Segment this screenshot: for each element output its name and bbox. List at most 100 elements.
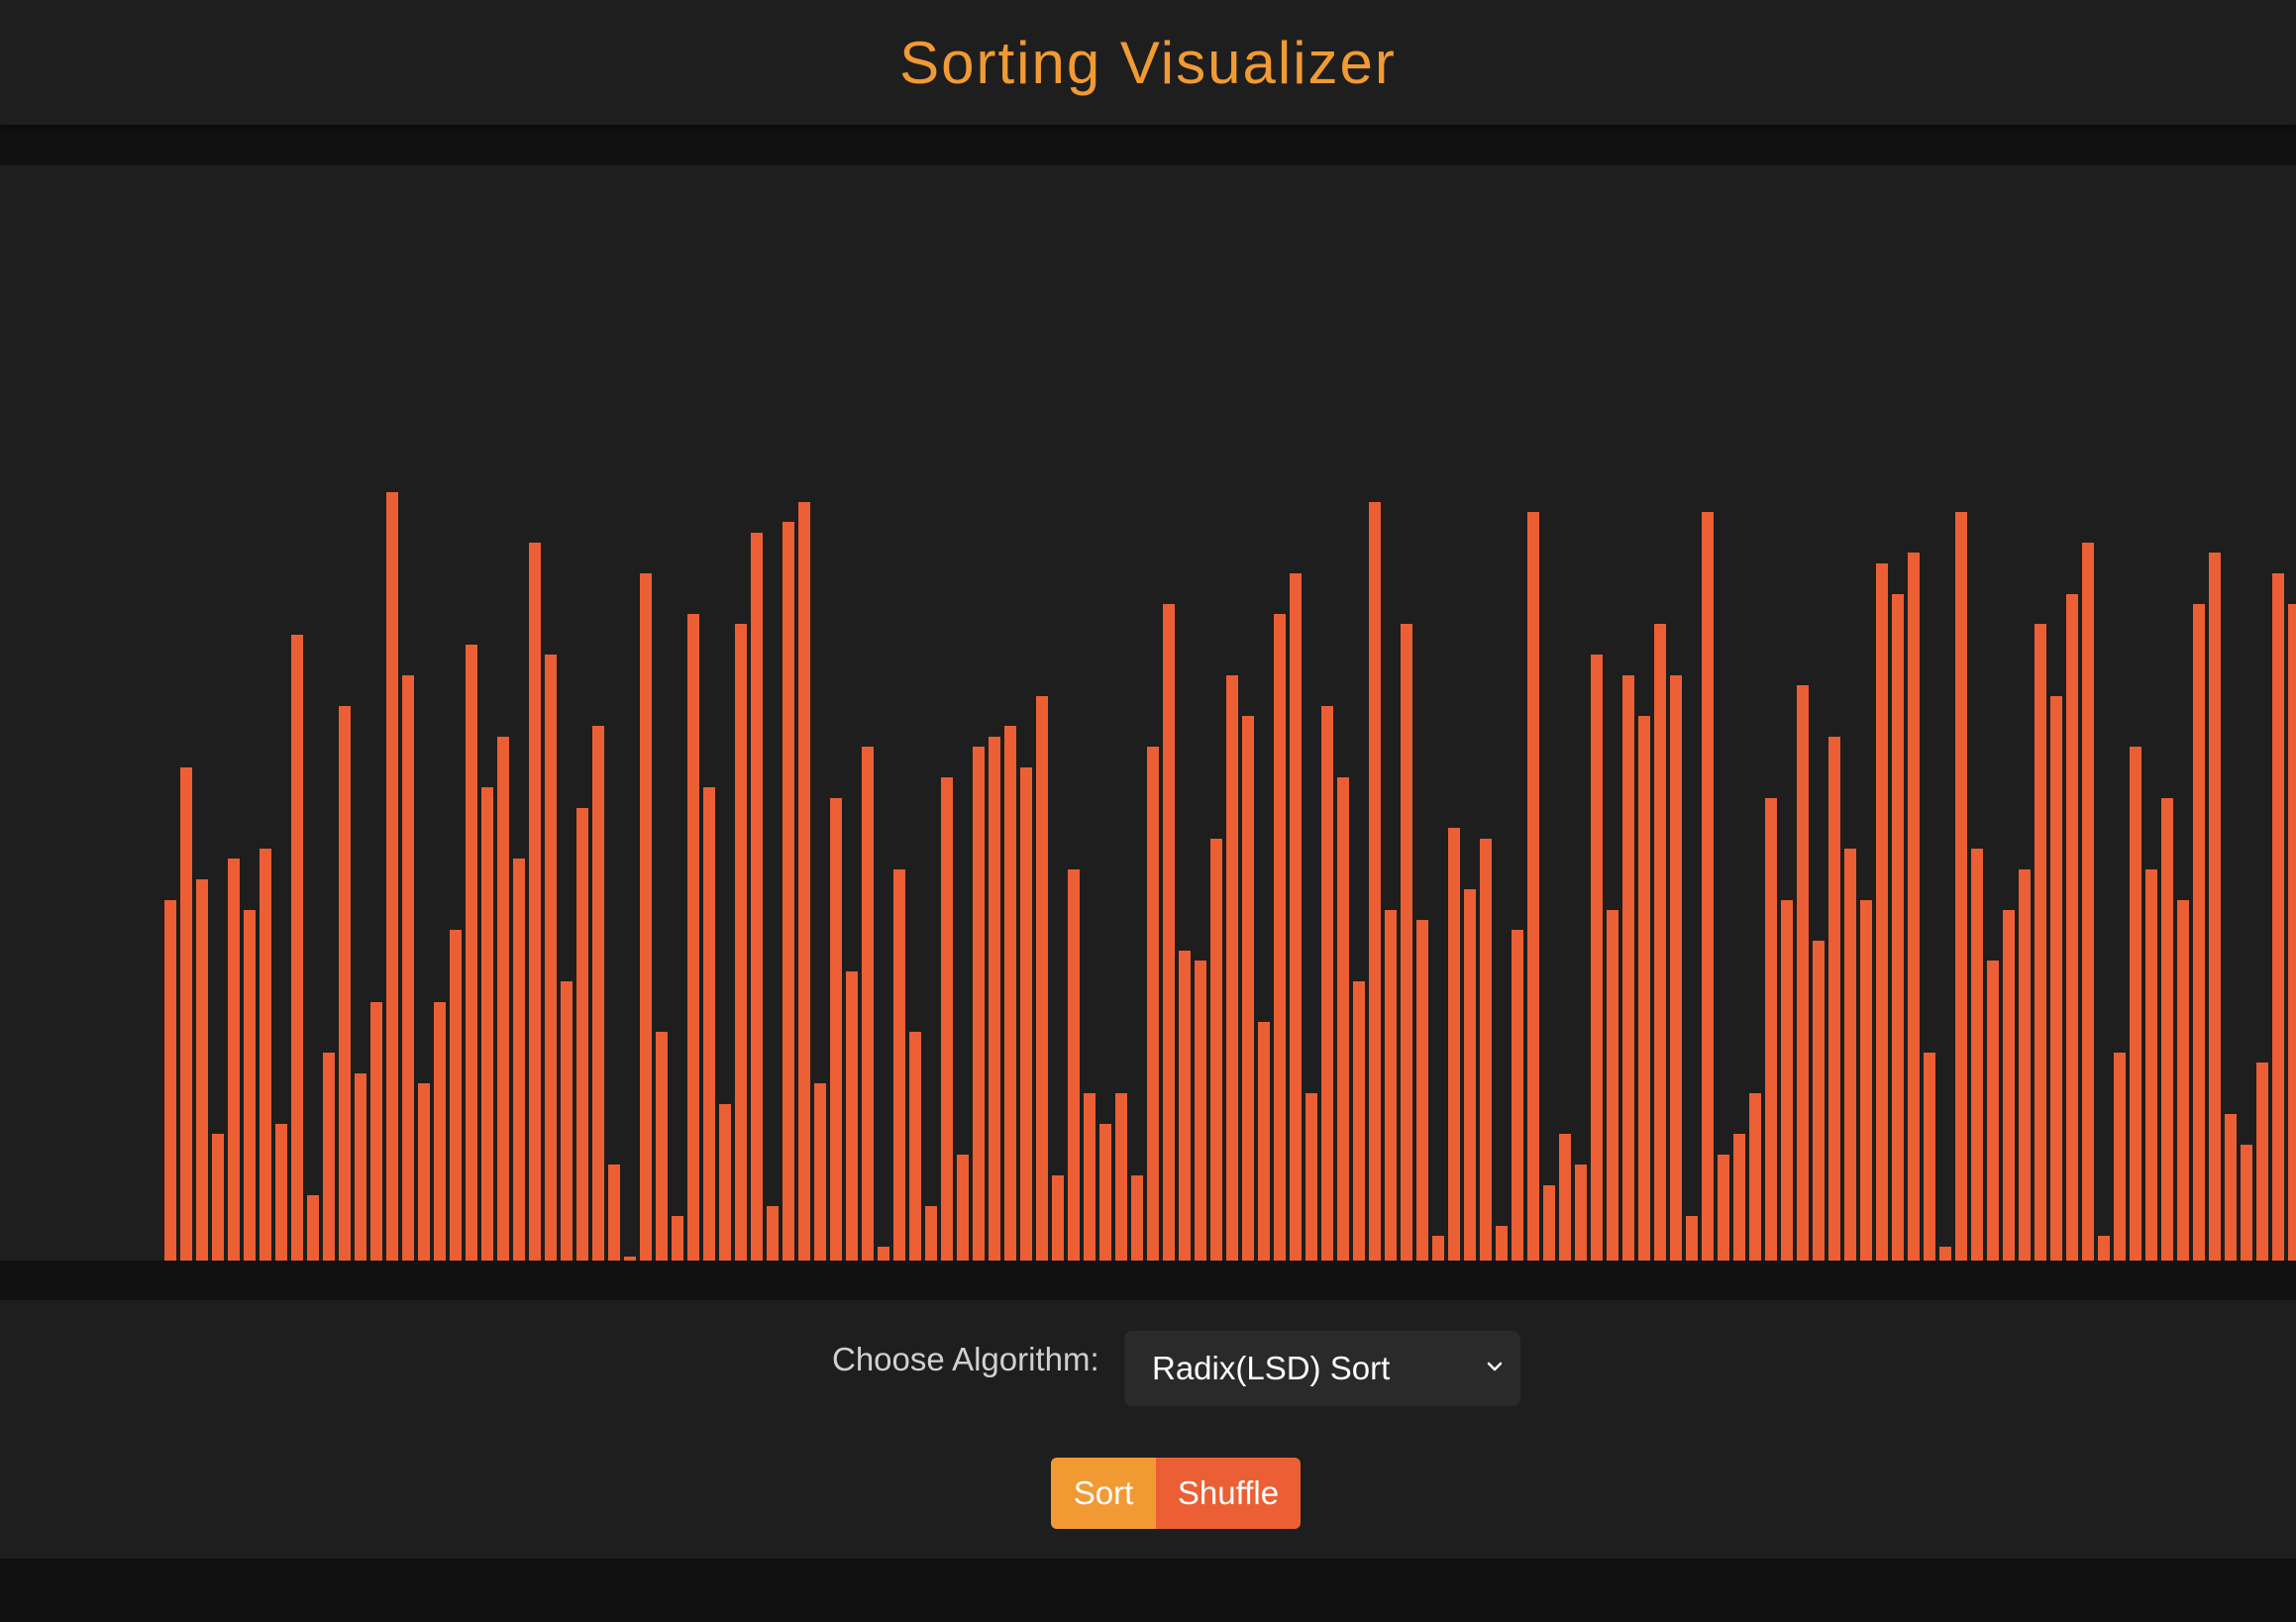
- bar: [1908, 553, 1920, 1261]
- bar: [180, 766, 192, 1261]
- bar: [1749, 1093, 1761, 1261]
- action-buttons: Sort Shuffle: [1051, 1458, 1301, 1529]
- page-title: Sorting Visualizer: [899, 29, 1397, 96]
- bar: [1115, 1093, 1127, 1261]
- bar: [291, 634, 303, 1261]
- bar: [2256, 1063, 2268, 1261]
- bar: [1353, 980, 1365, 1261]
- algorithm-select[interactable]: Radix(LSD) Sort: [1124, 1331, 1520, 1406]
- bar: [2241, 1144, 2252, 1261]
- controls-panel: Choose Algorithm: Radix(LSD) Sort Sort S…: [0, 1300, 2296, 1559]
- bar: [497, 736, 509, 1261]
- bar: [1765, 797, 1777, 1261]
- bar: [1575, 1165, 1587, 1261]
- bar: [1638, 716, 1650, 1261]
- bar: [2193, 603, 2205, 1261]
- bar: [2177, 899, 2189, 1261]
- bar: [1163, 603, 1175, 1261]
- bar: [1987, 961, 1999, 1261]
- sort-button[interactable]: Sort: [1051, 1458, 1156, 1529]
- bar: [846, 970, 858, 1261]
- bar: [2066, 593, 2078, 1261]
- bar: [418, 1082, 430, 1261]
- bar: [370, 1001, 382, 1261]
- bar-array: [0, 165, 2296, 1261]
- bar: [1464, 889, 1476, 1261]
- bar: [1305, 1093, 1317, 1261]
- bar: [164, 899, 176, 1261]
- bar: [434, 1001, 446, 1261]
- bar: [1321, 705, 1333, 1261]
- bar: [1496, 1226, 1508, 1261]
- bar: [1052, 1174, 1064, 1261]
- bar: [1654, 624, 1666, 1261]
- bar: [545, 655, 557, 1261]
- bar: [893, 868, 905, 1261]
- bar: [355, 1072, 366, 1261]
- bar: [1068, 868, 1080, 1261]
- bar: [1591, 655, 1603, 1261]
- bar: [1084, 1093, 1096, 1261]
- bar: [672, 1215, 683, 1261]
- bar: [196, 878, 208, 1261]
- bar: [2225, 1113, 2237, 1261]
- bar: [1480, 838, 1492, 1261]
- divider: [0, 1261, 2296, 1300]
- app-header: Sorting Visualizer: [0, 0, 2296, 125]
- bar: [2145, 868, 2157, 1261]
- bar: [1892, 593, 1904, 1261]
- bar: [1274, 614, 1286, 1261]
- bar: [735, 624, 747, 1261]
- bar: [2050, 695, 2062, 1261]
- bar: [719, 1103, 731, 1261]
- algorithm-row: Choose Algorithm: Radix(LSD) Sort: [0, 1331, 2296, 1406]
- bar: [989, 736, 1000, 1261]
- bar: [640, 572, 652, 1261]
- bar: [909, 1032, 921, 1261]
- bar: [2098, 1236, 2110, 1261]
- bar: [1527, 512, 1539, 1261]
- bar: [1543, 1184, 1555, 1261]
- chevron-down-icon: [1487, 1362, 1503, 1371]
- bar: [1004, 726, 1016, 1261]
- bar: [1670, 674, 1682, 1261]
- bar: [260, 849, 271, 1261]
- bar: [957, 1155, 969, 1261]
- bar: [481, 787, 493, 1261]
- bar: [1210, 838, 1222, 1261]
- bar: [1226, 674, 1238, 1261]
- bar: [2082, 543, 2094, 1261]
- bar: [450, 930, 462, 1261]
- bar: [1607, 909, 1618, 1261]
- bar: [592, 726, 604, 1261]
- bar: [941, 776, 953, 1261]
- algorithm-select-value: Radix(LSD) Sort: [1152, 1350, 1391, 1386]
- bar: [2035, 624, 2046, 1261]
- bar: [1781, 899, 1793, 1261]
- bar: [1369, 501, 1381, 1261]
- bar: [1939, 1246, 1951, 1261]
- bar: [2209, 553, 2221, 1261]
- bar: [862, 747, 874, 1261]
- bar: [830, 797, 842, 1261]
- bar: [2288, 603, 2296, 1261]
- bar: [783, 522, 794, 1261]
- bar: [244, 909, 256, 1261]
- bar: [751, 532, 763, 1261]
- bar: [561, 980, 573, 1261]
- bar: [1512, 930, 1523, 1261]
- bar: [1020, 766, 1032, 1261]
- bar: [1971, 849, 1983, 1261]
- bar: [529, 543, 541, 1261]
- bar: [1813, 940, 1825, 1261]
- bar: [1955, 512, 1967, 1261]
- bar: [2161, 797, 2173, 1261]
- shuffle-button[interactable]: Shuffle: [1156, 1458, 1301, 1529]
- bar: [687, 614, 699, 1261]
- bar: [513, 859, 525, 1261]
- bar: [1131, 1174, 1143, 1261]
- bar: [1290, 572, 1302, 1261]
- bar: [1401, 624, 1412, 1261]
- bar: [386, 491, 398, 1261]
- bar: [2003, 909, 2015, 1261]
